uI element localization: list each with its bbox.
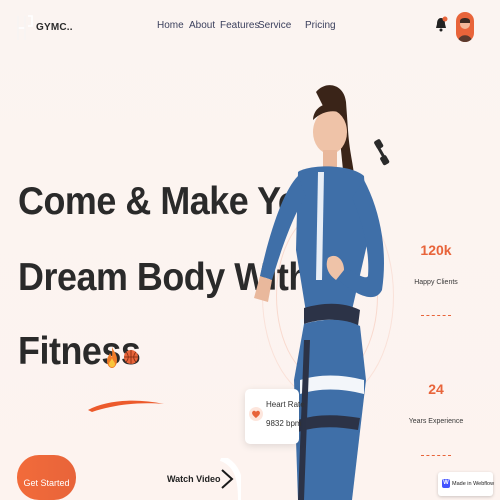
heart-icon bbox=[249, 407, 263, 421]
brand-logo[interactable]: GYMC.. bbox=[16, 12, 76, 44]
nav-service[interactable]: Service bbox=[258, 20, 291, 31]
stat-clients-label: Happy Clients bbox=[414, 279, 458, 286]
heart-rate-value: 9832 bpm bbox=[266, 419, 302, 428]
nav-features[interactable]: Features bbox=[220, 20, 259, 31]
basketball-icon bbox=[124, 350, 138, 364]
logo-mark-icon bbox=[17, 15, 33, 40]
nav-home[interactable]: Home bbox=[157, 20, 184, 31]
watch-video-button[interactable]: Watch Video bbox=[167, 458, 241, 500]
nav-pricing[interactable]: Pricing bbox=[305, 20, 336, 31]
heart-rate-title: Heart Rate bbox=[266, 400, 305, 409]
watch-video-label: Watch Video bbox=[167, 474, 221, 484]
brush-underline bbox=[88, 400, 164, 412]
stat-clients-value: 120k bbox=[420, 242, 452, 258]
stat-years-label: Years Experience bbox=[408, 418, 464, 425]
avatar-image bbox=[458, 18, 472, 42]
bell-icon[interactable] bbox=[434, 15, 448, 33]
play-icon bbox=[219, 458, 241, 500]
made-in-webflow-badge[interactable]: W Made in Webflow bbox=[438, 472, 495, 496]
nav-about[interactable]: About bbox=[189, 20, 215, 31]
heart-rate-card: Heart Rate 9832 bpm bbox=[245, 389, 305, 444]
stat-divider bbox=[421, 315, 451, 316]
user-avatar[interactable] bbox=[456, 12, 474, 42]
webflow-icon: W bbox=[442, 479, 450, 488]
get-started-label: Get Started bbox=[23, 477, 70, 488]
fire-icon bbox=[107, 347, 117, 368]
webflow-badge-label: Made in Webflow bbox=[452, 481, 495, 487]
dumbbell-icon bbox=[374, 139, 390, 166]
stat-years-value: 24 bbox=[428, 381, 444, 397]
get-started-button[interactable]: Get Started bbox=[17, 455, 76, 500]
stat-divider bbox=[421, 455, 451, 456]
logo-text: GYMC.. bbox=[36, 22, 73, 33]
